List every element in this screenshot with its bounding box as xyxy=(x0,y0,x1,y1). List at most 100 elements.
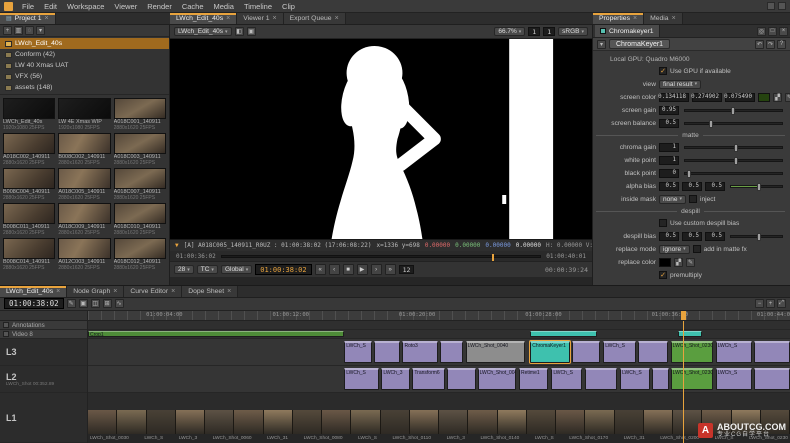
timeline-clip[interactable] xyxy=(572,341,600,363)
bin-tree-item[interactable]: LW 40 Xmas UAT xyxy=(0,60,169,71)
snap-icon[interactable]: ∿ xyxy=(115,299,124,308)
zoom-out-icon[interactable]: − xyxy=(755,299,764,308)
bin-clip[interactable]: A018C007_1409112880x1620 25FPS xyxy=(114,168,166,201)
black-point-value[interactable]: 0 xyxy=(659,169,679,178)
center-tab-3[interactable]: Export Queue× xyxy=(284,13,346,24)
film-frame[interactable] xyxy=(117,410,146,434)
help-icon[interactable]: ? xyxy=(777,40,786,49)
timeline-tab-3[interactable]: Curve Editor× xyxy=(124,286,182,297)
screen-color-swatch[interactable] xyxy=(758,93,770,102)
bin-clip[interactable]: A018C010_1409112880x1620 25FPS xyxy=(114,203,166,236)
replace-mode-dropdown[interactable]: ignore ▾ xyxy=(659,245,690,254)
search-icon[interactable]: ◌ xyxy=(25,26,34,35)
gamma-field[interactable]: 1 xyxy=(543,27,555,36)
stop-button[interactable]: ■ xyxy=(343,264,354,275)
use-custom-despill-checkbox[interactable] xyxy=(659,219,667,227)
channels-icon[interactable]: ▣ xyxy=(247,27,256,36)
use-gpu-checkbox[interactable]: ✓ xyxy=(659,67,667,75)
film-frame[interactable] xyxy=(527,410,556,434)
mini-playhead[interactable] xyxy=(492,254,494,261)
redo-icon[interactable]: ↷ xyxy=(766,40,775,49)
despill-bias-b[interactable]: 0.5 xyxy=(705,232,725,241)
bin-tree-item[interactable]: VFX (56) xyxy=(0,71,169,82)
center-tab-1[interactable]: LWch_Edit_40s× xyxy=(170,13,237,24)
menu-render[interactable]: Render xyxy=(142,2,177,11)
track-header-video-8[interactable]: Video 8 xyxy=(0,330,87,339)
timeline-tab-1[interactable]: LWch_Edit_40s× xyxy=(0,286,67,297)
close-icon[interactable]: × xyxy=(633,15,637,22)
film-frame[interactable] xyxy=(176,410,205,434)
timeline-clip[interactable]: LWCh_S xyxy=(716,368,753,390)
menu-media[interactable]: Media xyxy=(209,2,239,11)
timeline-clip[interactable]: LWCh_S xyxy=(551,368,582,390)
film-frame[interactable] xyxy=(264,410,293,434)
replace-color-swatch[interactable] xyxy=(659,258,671,267)
slip-tool-icon[interactable]: ▣ xyxy=(79,299,88,308)
timeline-clip[interactable]: LWCh_S xyxy=(716,341,753,363)
timeline-clip[interactable]: LWCh_S xyxy=(620,368,649,390)
wipe-icon[interactable]: ◧ xyxy=(235,27,244,36)
bin-clip[interactable]: B008C011_1409112880x1620 25FPS xyxy=(3,203,55,236)
menu-viewer[interactable]: Viewer xyxy=(109,2,142,11)
ruler-scale[interactable]: 01:00:04:0001:00:12:0001:00:20:0001:00:2… xyxy=(88,311,790,320)
screen-color-b[interactable]: 0.075490 xyxy=(725,93,755,102)
film-frame[interactable] xyxy=(322,410,351,434)
menu-workspace[interactable]: Workspace xyxy=(62,2,109,11)
viewer-canvas[interactable] xyxy=(170,39,592,239)
timecode-mode-dropdown[interactable]: TC ▾ xyxy=(197,265,218,274)
inject-checkbox[interactable] xyxy=(689,195,697,203)
razor-tool-icon[interactable]: ◫ xyxy=(91,299,100,308)
playhead[interactable] xyxy=(683,321,684,443)
menu-timeline[interactable]: Timeline xyxy=(239,2,277,11)
track-header-l2[interactable]: L2LWCh_Shot 00:352.89 xyxy=(0,366,87,393)
track-enable-icon[interactable] xyxy=(3,322,9,328)
screen-balance-value[interactable]: 0.5 xyxy=(659,119,679,128)
center-tab-2[interactable]: Viewer 1× xyxy=(237,13,283,24)
track-header-l3[interactable]: L3 xyxy=(0,339,87,366)
timeline-clip[interactable] xyxy=(754,341,790,363)
node-tab[interactable]: Chromakeyer1 xyxy=(595,25,660,37)
go-to-end-button[interactable]: » xyxy=(385,264,396,275)
layout-icon[interactable] xyxy=(767,2,775,10)
timeline-clip[interactable]: LWCh_Shot_0230 xyxy=(671,341,713,363)
white-point-value[interactable]: 1 xyxy=(659,156,679,165)
fit-icon[interactable]: ⤢ xyxy=(777,299,786,308)
timeline-clip[interactable] xyxy=(638,341,667,363)
alpha-bias-g[interactable]: 0.5 xyxy=(682,182,702,191)
timeline-clip[interactable]: Retime1 xyxy=(519,368,548,390)
despill-bias-r[interactable]: 0.5 xyxy=(659,232,679,241)
menu-clip[interactable]: Clip xyxy=(277,2,300,11)
playhead-handle[interactable] xyxy=(681,311,686,320)
track-enable-icon[interactable] xyxy=(3,331,9,337)
timeline-clip[interactable] xyxy=(754,368,790,390)
step-back-button[interactable]: ‹ xyxy=(329,264,340,275)
timeline-clip[interactable]: LWCh_3 xyxy=(381,368,409,390)
center-node-icon[interactable]: ◎ xyxy=(757,27,766,36)
eyedropper-icon[interactable]: ✎ xyxy=(686,258,695,267)
fps-field[interactable]: 12 xyxy=(399,265,415,274)
film-frame[interactable] xyxy=(293,410,322,434)
film-frame[interactable] xyxy=(205,410,234,434)
menu-cache[interactable]: Cache xyxy=(177,2,209,11)
film-frame[interactable] xyxy=(585,410,614,434)
eyedropper-icon[interactable]: ✎ xyxy=(785,93,790,102)
despill-bias-g[interactable]: 0.5 xyxy=(682,232,702,241)
go-to-start-button[interactable]: « xyxy=(315,264,326,275)
add-in-matte-checkbox[interactable] xyxy=(693,245,701,253)
play-button[interactable]: ▶ xyxy=(357,264,368,275)
timeline-clip[interactable]: Roto3 xyxy=(402,341,437,363)
gain-field[interactable]: 1 xyxy=(528,27,540,36)
node-menu-icon[interactable]: ▾ xyxy=(597,40,606,49)
close-icon[interactable]: × xyxy=(171,288,175,295)
screen-color-g[interactable]: 0.274902 xyxy=(692,93,722,102)
bin-clip[interactable]: A018C001_1409112880x1620 25FPS xyxy=(114,98,166,131)
bin-clip[interactable]: LWCh_Edit_40s1920x1080 25FPS xyxy=(3,98,55,131)
film-frame[interactable] xyxy=(88,410,117,434)
film-frame[interactable] xyxy=(644,410,673,434)
zoom-dropdown[interactable]: 66.7% ▾ xyxy=(494,27,525,36)
help-icon[interactable] xyxy=(778,2,786,10)
film-frame[interactable] xyxy=(439,410,468,434)
undo-icon[interactable]: ↶ xyxy=(755,40,764,49)
timeline-clip[interactable]: Transform6 xyxy=(412,368,444,390)
close-icon[interactable]: × xyxy=(779,27,788,36)
